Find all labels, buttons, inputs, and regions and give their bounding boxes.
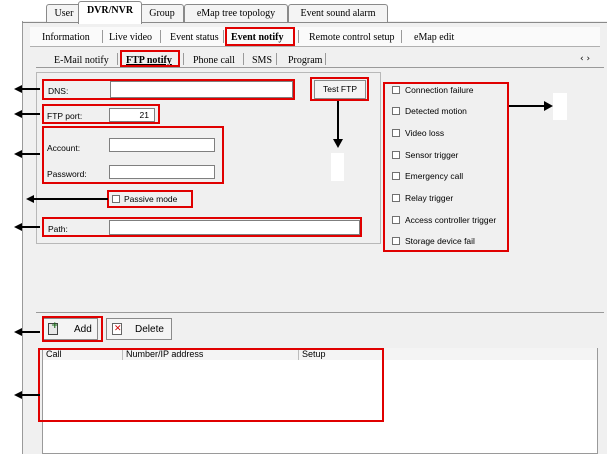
nav-information[interactable]: Information [42, 32, 90, 43]
tab-emap-tree-topology[interactable]: eMap tree topology [184, 4, 288, 23]
highlight-test-ftp [310, 77, 369, 101]
test-ftp-arrow-head [333, 139, 343, 148]
nav-live-video[interactable]: Live video [109, 32, 152, 43]
delete-button[interactable]: ✕ Delete [106, 318, 172, 340]
test-ftp-result-box [331, 153, 344, 181]
highlight-ftp-notify [120, 50, 180, 67]
tab-email-notify[interactable]: E-Mail notify [54, 55, 109, 66]
arrow-path [14, 223, 40, 231]
events-result-box [553, 93, 567, 120]
toolbar-divider [36, 312, 604, 313]
highlight-passive-mode [107, 190, 193, 208]
highlight-path [42, 217, 362, 237]
highlight-add [42, 316, 103, 342]
arrow-passive-mode [26, 195, 108, 203]
arrow-call-table [14, 391, 40, 399]
highlight-event-notify [225, 27, 295, 46]
delete-icon-x: ✕ [114, 324, 122, 334]
nav-event-status[interactable]: Event status [170, 32, 219, 43]
events-arrow-shaft [509, 105, 546, 107]
test-ftp-arrow-shaft [337, 101, 339, 141]
tab-phone-call[interactable]: Phone call [193, 55, 235, 66]
highlight-call-table [38, 348, 384, 422]
arrow-credentials [14, 150, 40, 158]
highlight-events [383, 82, 509, 252]
arrow-add [14, 328, 40, 336]
arrow-dns [14, 85, 40, 93]
tab-group[interactable]: Group [140, 4, 184, 23]
highlight-credentials [42, 126, 224, 184]
highlight-dns [42, 79, 295, 100]
tab-dvr-nvr[interactable]: DVR/NVR [78, 1, 142, 24]
events-arrow-head [544, 101, 553, 111]
tab-event-sound-alarm[interactable]: Event sound alarm [288, 4, 388, 23]
tab-scroll-arrows[interactable]: ‹ › [580, 54, 590, 64]
tab-user[interactable]: User [46, 4, 82, 23]
tab-sms[interactable]: SMS [252, 55, 272, 66]
delete-label: Delete [135, 324, 164, 335]
nav-emap-edit[interactable]: eMap edit [414, 32, 454, 43]
nav-remote-control-setup[interactable]: Remote control setup [309, 32, 395, 43]
arrow-ftp-port [14, 110, 40, 118]
highlight-ftp-port [42, 104, 160, 124]
tab-program[interactable]: Program [288, 55, 322, 66]
